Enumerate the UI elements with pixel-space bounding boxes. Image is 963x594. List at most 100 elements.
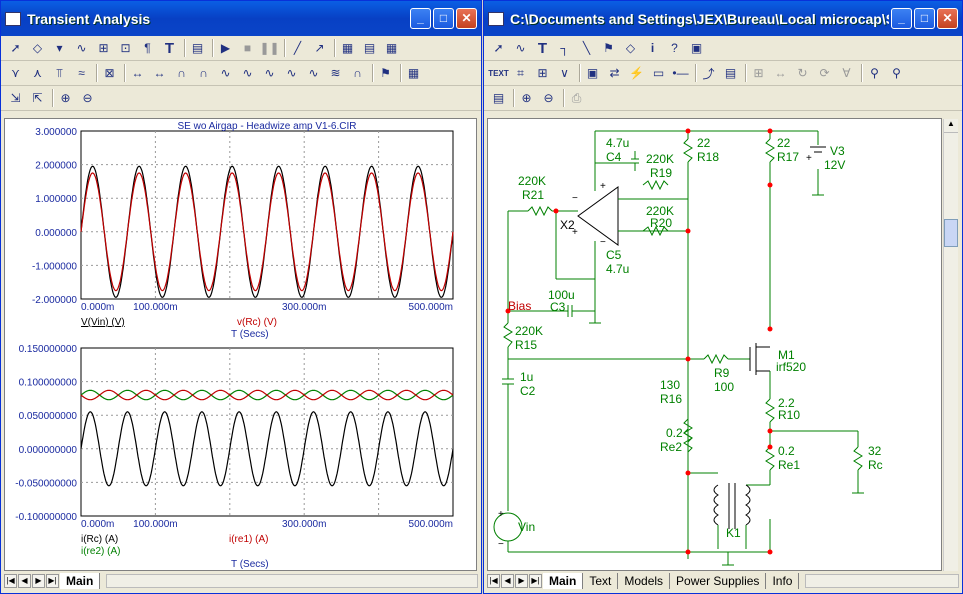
- step-icon[interactable]: ⤴: [698, 63, 719, 84]
- scroll-last-icon[interactable]: ▶|: [529, 574, 542, 588]
- tab-main[interactable]: Main: [60, 573, 101, 589]
- wrap-icon[interactable]: ∀: [836, 63, 857, 84]
- close-button[interactable]: ✕: [937, 8, 958, 29]
- properties-icon[interactable]: ▤: [187, 38, 208, 59]
- wire-icon[interactable]: ∿: [510, 38, 531, 59]
- legend-i-re2[interactable]: i(re2) (A): [81, 546, 120, 557]
- label-icon[interactable]: ¶: [137, 38, 158, 59]
- grid-minor-icon[interactable]: ▦: [381, 38, 402, 59]
- flip-x-icon[interactable]: ↔: [770, 63, 791, 84]
- pause-icon[interactable]: ❚❚: [259, 38, 280, 59]
- info-page-icon[interactable]: ▤: [488, 88, 509, 109]
- power-icon[interactable]: ⚡: [626, 63, 647, 84]
- low-icon[interactable]: ≈: [71, 63, 92, 84]
- grid-icon[interactable]: ▦: [337, 38, 358, 59]
- find-icon[interactable]: ⚲: [864, 63, 885, 84]
- run-icon[interactable]: ▶: [215, 38, 236, 59]
- y-scale-icon[interactable]: ⇱: [27, 88, 48, 109]
- x-scale-icon[interactable]: ⇲: [5, 88, 26, 109]
- print-icon[interactable]: ⎙: [566, 88, 587, 109]
- info-icon[interactable]: i: [642, 38, 663, 59]
- horizontal-tag-icon[interactable]: ∿: [215, 63, 236, 84]
- horizontal-scrollbar[interactable]: [106, 574, 478, 588]
- pin-connections-icon[interactable]: ▭: [648, 63, 669, 84]
- flag-icon[interactable]: ⚑: [598, 38, 619, 59]
- cursor-mode-icon[interactable]: ∿: [71, 38, 92, 59]
- global-high-icon[interactable]: ↔: [127, 63, 148, 84]
- maximize-button[interactable]: □: [914, 8, 935, 29]
- tag-icon[interactable]: ⚑: [375, 63, 396, 84]
- text-tool-icon[interactable]: T: [532, 38, 553, 59]
- zoom-box-icon[interactable]: ⊞: [93, 38, 114, 59]
- scroll-next-icon[interactable]: ▶: [515, 574, 528, 588]
- scroll-prev-icon[interactable]: ◀: [18, 574, 31, 588]
- find-next-icon[interactable]: ⚲: [886, 63, 907, 84]
- global-low-icon[interactable]: ↔: [149, 63, 170, 84]
- legend-v-vin[interactable]: V(Vin) (V): [81, 317, 125, 328]
- scroll-first-icon[interactable]: |◀: [487, 574, 500, 588]
- grid-bold-icon[interactable]: ▤: [359, 38, 380, 59]
- scroll-first-icon[interactable]: |◀: [4, 574, 17, 588]
- current-icon[interactable]: ⇄: [604, 63, 625, 84]
- schematic-canvas[interactable]: 4.7u C4 22 R18 22 R17 V3 12V 220K R19 22…: [487, 118, 942, 571]
- inflection-icon[interactable]: ⊠: [99, 63, 120, 84]
- text-tool-icon[interactable]: T: [159, 38, 180, 59]
- arrow-tool-icon[interactable]: ↗: [309, 38, 330, 59]
- stop-icon[interactable]: ■: [237, 38, 258, 59]
- mirror-icon[interactable]: ⟳: [814, 63, 835, 84]
- scroll-next-icon[interactable]: ▶: [32, 574, 45, 588]
- scroll-prev-icon[interactable]: ◀: [501, 574, 514, 588]
- select-arrow-icon[interactable]: ➚: [5, 38, 26, 59]
- attribute-icon[interactable]: ⊞: [532, 63, 553, 84]
- valley-icon[interactable]: ⋏: [27, 63, 48, 84]
- diagonal-wire-icon[interactable]: ╲: [576, 38, 597, 59]
- help-icon[interactable]: ?: [664, 38, 685, 59]
- horizontal-scrollbar[interactable]: [805, 574, 959, 588]
- grid-table-icon[interactable]: ▦: [403, 63, 424, 84]
- rotate-icon[interactable]: ⊞: [748, 63, 769, 84]
- node-icon[interactable]: ◇: [27, 38, 48, 59]
- graph-add-icon[interactable]: ⊡: [115, 38, 136, 59]
- scroll-last-icon[interactable]: ▶|: [46, 574, 59, 588]
- zoom-out-icon[interactable]: ⊖: [77, 88, 98, 109]
- slope-icon[interactable]: ∩: [171, 63, 192, 84]
- cross-probe-icon[interactable]: •—: [670, 63, 691, 84]
- plot-area[interactable]: SE wo Airgap - Headwize amp V1-6.CIR 3.0…: [4, 118, 477, 571]
- zoom-out-icon[interactable]: ⊖: [538, 88, 559, 109]
- zoom-in-icon[interactable]: ⊕: [516, 88, 537, 109]
- dots-icon[interactable]: ▣: [686, 38, 707, 59]
- ortho-wire-icon[interactable]: ┐: [554, 38, 575, 59]
- vertical-scrollbar[interactable]: ▲: [943, 119, 958, 571]
- zoom-in-icon[interactable]: ⊕: [55, 88, 76, 109]
- tab-main[interactable]: Main: [543, 573, 584, 589]
- minimize-button[interactable]: _: [891, 8, 912, 29]
- legend-v-rc[interactable]: v(Rc) (V): [237, 317, 277, 328]
- tab-power-supplies[interactable]: Power Supplies: [670, 573, 767, 589]
- node-numbers-icon[interactable]: ⌗: [510, 63, 531, 84]
- title-bar[interactable]: Transient Analysis _ □ ✕: [1, 1, 481, 36]
- tab-models[interactable]: Models: [618, 573, 671, 589]
- properties-icon[interactable]: ▤: [720, 63, 741, 84]
- maximize-button[interactable]: □: [433, 8, 454, 29]
- peak3-icon[interactable]: ∿: [303, 63, 324, 84]
- close-button[interactable]: ✕: [456, 8, 477, 29]
- tab-info[interactable]: Info: [766, 573, 800, 589]
- minimize-button[interactable]: _: [410, 8, 431, 29]
- tab-text[interactable]: Text: [583, 573, 619, 589]
- point-tag-icon[interactable]: ∩: [193, 63, 214, 84]
- pin-markers-icon[interactable]: ∨: [554, 63, 575, 84]
- legend-i-rc[interactable]: i(Rc) (A): [81, 534, 118, 545]
- peak-icon[interactable]: ⋎: [5, 63, 26, 84]
- legend-i-re1[interactable]: i(re1) (A): [229, 534, 268, 545]
- performance-tag-icon[interactable]: ∿: [259, 63, 280, 84]
- scale-icon[interactable]: ▾: [49, 38, 70, 59]
- component-icon[interactable]: ◇: [620, 38, 641, 59]
- select-arrow-icon[interactable]: ➚: [488, 38, 509, 59]
- title-bar[interactable]: C:\Documents and Settings\JEX\Bureau\Loc…: [484, 1, 962, 36]
- peak5-icon[interactable]: ∩: [347, 63, 368, 84]
- flip-y-icon[interactable]: ↻: [792, 63, 813, 84]
- high-icon[interactable]: ⫪: [49, 63, 70, 84]
- line-tool-icon[interactable]: ╱: [287, 38, 308, 59]
- text-mode-icon[interactable]: TEXT: [488, 63, 509, 84]
- peak4-icon[interactable]: ≋: [325, 63, 346, 84]
